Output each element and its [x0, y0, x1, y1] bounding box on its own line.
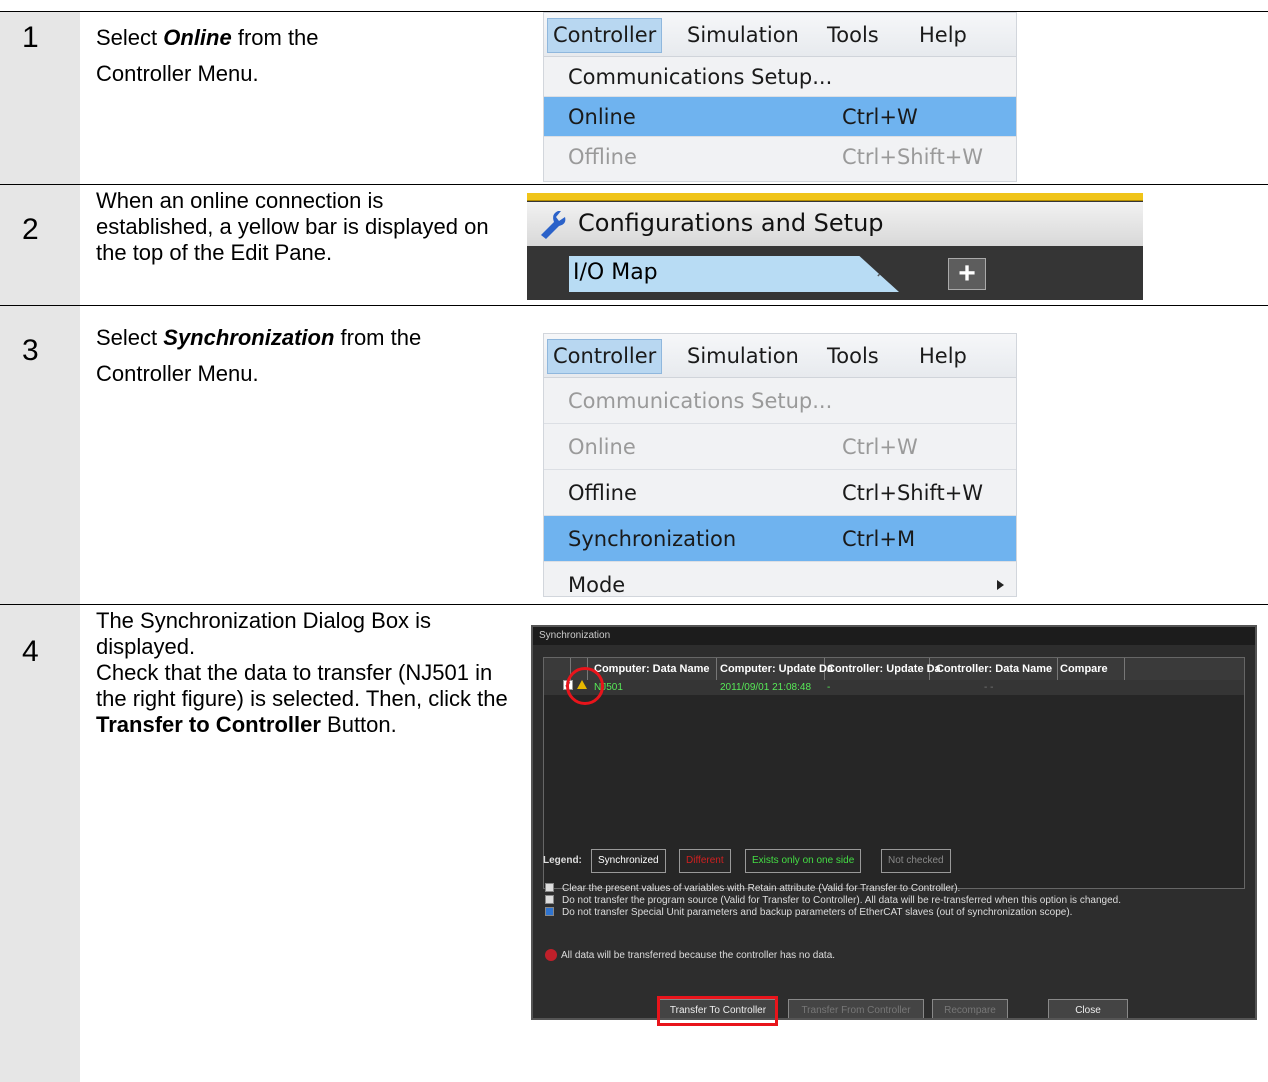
column-header[interactable]: Controller: Update Da: [827, 658, 941, 680]
menu-help[interactable]: Help: [914, 334, 972, 378]
divider: [0, 305, 1268, 306]
column-header[interactable]: Compare: [1060, 658, 1108, 680]
grid-header: Computer: Data Name Computer: Update Da …: [544, 658, 1244, 680]
legend-different: Different: [679, 849, 731, 873]
menu-item-synchronization[interactable]: Synchronization Ctrl+M: [544, 516, 1016, 562]
menu-item-communications-setup[interactable]: Communications Setup...: [544, 57, 1016, 97]
legend-exists-one-side: Exists only on one side: [745, 849, 862, 873]
menu-item-online[interactable]: Online Ctrl+W: [544, 424, 1016, 470]
divider: [0, 184, 1268, 185]
tab-io-map[interactable]: I/O Map ×: [569, 256, 899, 292]
menu-help[interactable]: Help: [914, 13, 972, 57]
dialog-title: Synchronization: [533, 627, 1255, 645]
controller-menu-online: Controller Simulation Tools Help Communi…: [543, 12, 1017, 182]
step-description: The Synchronization Dialog Box is displa…: [96, 608, 508, 737]
menu-tools[interactable]: Tools: [822, 13, 884, 57]
close-icon[interactable]: ×: [875, 262, 889, 282]
menu-simulation[interactable]: Simulation: [682, 334, 804, 378]
synchronization-dialog: Synchronization Computer: Data Name Comp…: [531, 625, 1257, 1020]
add-tab-button[interactable]: +: [948, 258, 986, 290]
transfer-from-controller-button[interactable]: Transfer From Controller: [788, 999, 924, 1018]
step-number: 1: [22, 21, 39, 54]
menu-item-offline[interactable]: Offline Ctrl+Shift+W: [544, 470, 1016, 516]
step-number-column: [0, 11, 80, 1082]
step-number: 4: [22, 635, 39, 668]
column-header[interactable]: Controller: Data Name: [936, 658, 1052, 680]
column-header[interactable]: Computer: Update Da: [720, 658, 833, 680]
step-description: Select Online from the Controller Menu.: [96, 25, 319, 86]
option-no-special-unit[interactable]: Do not transfer Special Unit parameters …: [545, 907, 1072, 919]
menu-item-offline[interactable]: Offline Ctrl+Shift+W: [544, 137, 1016, 177]
chevron-right-icon: [997, 580, 1004, 590]
legend-not-checked: Not checked: [881, 849, 951, 873]
step-description: When an online connection is established…: [96, 188, 489, 265]
step-description: Select Synchronization from the Controll…: [96, 325, 422, 386]
menu-tools[interactable]: Tools: [822, 334, 884, 378]
checkbox[interactable]: [545, 907, 554, 916]
checkbox[interactable]: [545, 895, 554, 904]
info-icon: [545, 949, 557, 961]
wrench-icon: [541, 211, 566, 239]
step-number: 3: [22, 334, 39, 367]
column-header[interactable]: Computer: Data Name: [594, 658, 710, 680]
menu-bar: Controller Simulation Tools Help: [544, 13, 1016, 57]
checkbox[interactable]: [545, 883, 554, 892]
highlight-circle: [566, 667, 604, 705]
menu-bar: Controller Simulation Tools Help: [544, 334, 1016, 378]
option-clear-retain[interactable]: Clear the present values of variables wi…: [545, 883, 960, 895]
menu-item-online[interactable]: Online Ctrl+W: [544, 97, 1016, 137]
legend-label: Legend:: [543, 855, 582, 866]
option-no-program-source[interactable]: Do not transfer the program source (Vali…: [545, 895, 1121, 907]
info-message: All data will be transferred because the…: [545, 949, 835, 961]
table-row[interactable]: ✓ NJ501 2011/09/01 21:08:48 - - -: [544, 680, 1244, 695]
menu-controller[interactable]: Controller: [547, 18, 663, 53]
menu-item-mode[interactable]: Mode: [544, 562, 1016, 608]
online-yellow-bar: [527, 193, 1143, 201]
close-button[interactable]: Close: [1048, 999, 1128, 1018]
menu-simulation[interactable]: Simulation: [682, 13, 804, 57]
step-number: 2: [22, 213, 39, 246]
legend-synchronized: Synchronized: [591, 849, 666, 873]
edit-pane-screenshot: Configurations and Setup I/O Map × +: [527, 193, 1143, 300]
controller-menu-synchronization: Controller Simulation Tools Help Communi…: [543, 333, 1017, 597]
configurations-header: Configurations and Setup: [527, 202, 1143, 246]
menu-item-communications-setup[interactable]: Communications Setup...: [544, 378, 1016, 424]
recompare-button[interactable]: Recompare: [932, 999, 1008, 1018]
highlight-box: [657, 996, 778, 1026]
menu-controller[interactable]: Controller: [547, 339, 663, 374]
